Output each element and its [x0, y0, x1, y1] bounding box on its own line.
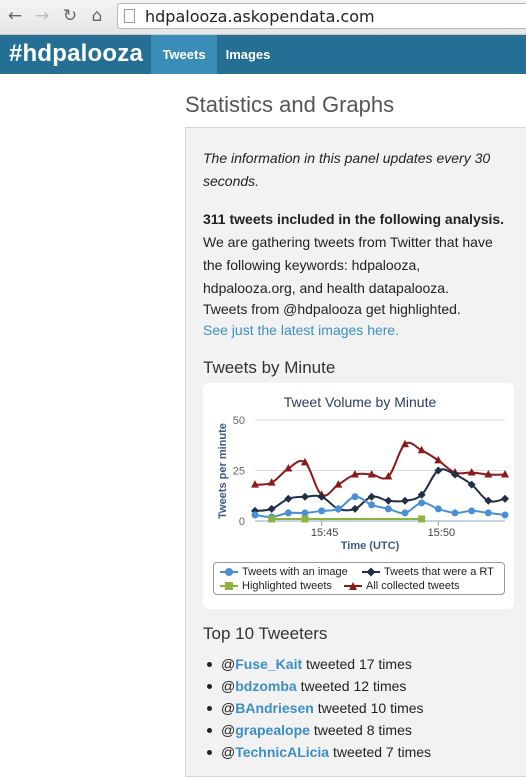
x-axis-label: Time (UTC): [341, 540, 400, 552]
data-point: [301, 509, 309, 517]
x-tick-label: 15:50: [428, 527, 456, 539]
data-point: [301, 515, 309, 523]
tweeter-handle-link[interactable]: TechnicALicia: [235, 744, 329, 760]
y-tick-label: 50: [233, 415, 245, 427]
data-point: [401, 509, 409, 517]
tweeter-item: @bdzomba tweeted 12 times: [205, 675, 431, 697]
legend-item-all[interactable]: All collected tweets: [344, 580, 460, 592]
tweeter-handle-link[interactable]: bdzomba: [235, 678, 296, 694]
data-point: [268, 515, 276, 523]
top-tweeters-heading: Top 10 Tweeters: [203, 624, 328, 643]
data-point: [418, 515, 426, 523]
data-point: [501, 511, 509, 519]
data-point: [351, 493, 359, 501]
legend-item-rt[interactable]: Tweets that were a RT: [362, 566, 494, 578]
data-point: [484, 509, 492, 517]
y-axis-label: Tweets per minute: [217, 423, 229, 519]
tweet-volume-chart: Tweet Volume by Minute 0 25 50 15:45 15:50 Tim…: [217, 394, 509, 552]
data-point: [401, 496, 409, 505]
tweeter-item: @Fuse_Kait tweeted 17 times: [205, 653, 431, 675]
data-point: [284, 494, 293, 503]
data-point: [317, 492, 326, 501]
data-point: [334, 505, 342, 513]
top-tweeters-list: @Fuse_Kait tweeted 17 times @bdzomba twe…: [205, 653, 431, 763]
y-tick-label: 0: [239, 516, 245, 528]
data-point: [267, 504, 276, 513]
legend-item-highlighted[interactable]: Highlighted tweets: [220, 580, 332, 592]
data-point: [384, 505, 392, 513]
data-point: [251, 511, 259, 519]
series-line: [254, 495, 506, 518]
data-point: [318, 507, 326, 515]
chart-legend: Tweets with an image Tweets that were a …: [213, 562, 505, 595]
data-point: [501, 494, 509, 503]
legend-item-images[interactable]: Tweets with an image: [220, 566, 348, 578]
y-tick-label: 25: [233, 466, 245, 478]
tweeter-handle-link[interactable]: Fuse_Kait: [235, 656, 302, 672]
tweeter-item: @grapealope tweeted 8 times: [205, 719, 431, 741]
data-point: [367, 492, 376, 501]
data-point: [384, 496, 393, 505]
tweeter-handle-link[interactable]: grapealope: [235, 722, 310, 738]
data-point: [418, 499, 426, 507]
data-point: [451, 509, 459, 517]
tweeter-handle-link[interactable]: BAndriesen: [235, 700, 314, 716]
series-line: [254, 468, 506, 512]
data-point: [351, 504, 359, 513]
data-point: [468, 507, 476, 515]
x-tick-label: 15:45: [311, 527, 339, 539]
tweeter-item: @BAndriesen tweeted 10 times: [205, 697, 431, 719]
series-line: [254, 441, 506, 497]
data-point: [434, 505, 442, 513]
data-point: [284, 509, 292, 517]
data-point: [368, 501, 376, 509]
data-point: [301, 492, 309, 501]
chart-title: Tweet Volume by Minute: [284, 394, 437, 410]
